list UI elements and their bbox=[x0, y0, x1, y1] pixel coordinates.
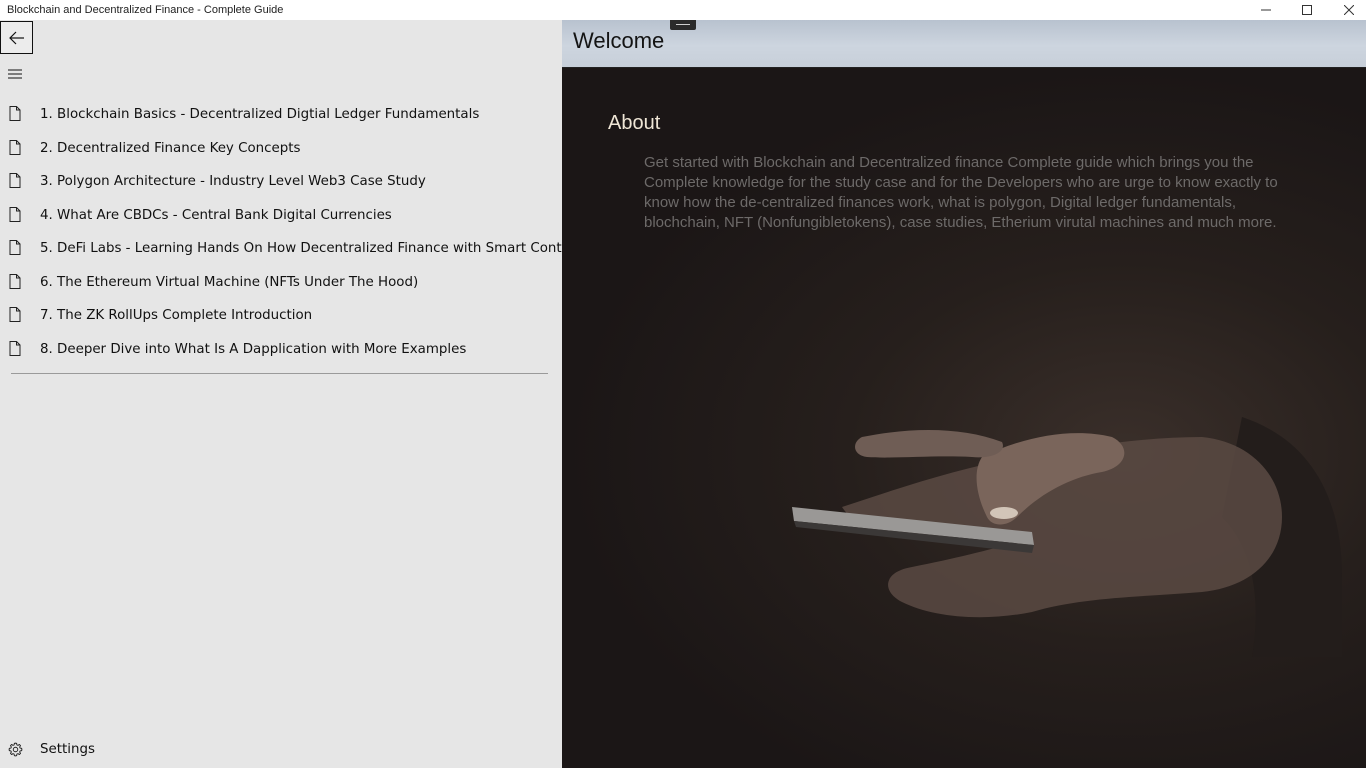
hamburger-icon bbox=[8, 69, 22, 79]
document-icon bbox=[9, 173, 21, 188]
nav-item-chapter-6[interactable]: 6. The Ethereum Virtual Machine (NFTs Un… bbox=[0, 266, 562, 300]
page-header: Welcome bbox=[562, 20, 1366, 68]
title-bar: Blockchain and Decentralized Finance - C… bbox=[0, 0, 1366, 20]
settings-nav-item[interactable]: Settings bbox=[0, 738, 562, 764]
nav-item-label: 4. What Are CBDCs - Central Bank Digital… bbox=[40, 207, 392, 223]
nav-item-label: 7. The ZK RollUps Complete Introduction bbox=[40, 308, 313, 324]
chapter-list: 1. Blockchain Basics - Decentralized Dig… bbox=[0, 98, 562, 366]
document-icon bbox=[9, 106, 21, 121]
close-icon bbox=[1344, 5, 1354, 15]
nav-item-chapter-8[interactable]: 8. Deeper Dive into What Is A Dapplicati… bbox=[0, 333, 562, 367]
settings-label: Settings bbox=[40, 742, 95, 757]
nav-item-chapter-5[interactable]: 5. DeFi Labs - Learning Hands On How Dec… bbox=[0, 232, 562, 266]
nav-item-chapter-7[interactable]: 7. The ZK RollUps Complete Introduction bbox=[0, 299, 562, 333]
gear-icon bbox=[8, 742, 23, 757]
phone-in-hands-image bbox=[792, 417, 1342, 657]
nav-item-chapter-3[interactable]: 3. Polygon Architecture - Industry Level… bbox=[0, 165, 562, 199]
about-description: Get started with Blockchain and Decentra… bbox=[644, 154, 1278, 231]
maximize-button[interactable] bbox=[1284, 0, 1330, 20]
nav-item-label: 3. Polygon Architecture - Industry Level… bbox=[40, 174, 426, 190]
hamburger-menu-button[interactable] bbox=[6, 67, 24, 81]
nav-item-chapter-4[interactable]: 4. What Are CBDCs - Central Bank Digital… bbox=[0, 199, 562, 233]
page-title: Welcome bbox=[573, 28, 665, 53]
content-area: Welcome About Get started with Blockchai… bbox=[562, 20, 1366, 768]
nav-item-label: 6. The Ethereum Virtual Machine (NFTs Un… bbox=[40, 274, 419, 290]
nav-item-label: 8. Deeper Dive into What Is A Dapplicati… bbox=[40, 341, 467, 357]
nav-item-chapter-2[interactable]: 2. Decentralized Finance Key Concepts bbox=[0, 132, 562, 166]
navigation-pane: 1. Blockchain Basics - Decentralized Dig… bbox=[0, 20, 562, 768]
document-icon bbox=[9, 139, 21, 155]
back-arrow-icon bbox=[8, 31, 24, 44]
nav-item-label: 1. Blockchain Basics - Decentralized Dig… bbox=[40, 107, 480, 123]
nav-item-chapter-1[interactable]: 1. Blockchain Basics - Decentralized Dig… bbox=[0, 98, 562, 132]
minimize-icon bbox=[1261, 9, 1271, 11]
nav-item-label: 2. Decentralized Finance Key Concepts bbox=[40, 140, 301, 156]
minimize-button[interactable] bbox=[1243, 0, 1289, 20]
close-button[interactable] bbox=[1326, 0, 1366, 20]
drag-handle[interactable] bbox=[670, 20, 696, 30]
document-icon bbox=[9, 307, 21, 322]
window-title: Blockchain and Decentralized Finance - C… bbox=[7, 4, 284, 16]
about-heading: About bbox=[608, 112, 661, 134]
document-icon bbox=[9, 340, 21, 356]
document-icon bbox=[9, 273, 21, 289]
nav-divider bbox=[11, 373, 548, 374]
document-icon bbox=[9, 206, 21, 222]
maximize-icon bbox=[1302, 5, 1312, 15]
document-icon bbox=[9, 240, 21, 255]
back-button[interactable] bbox=[0, 21, 33, 54]
nav-item-label: 5. DeFi Labs - Learning Hands On How Dec… bbox=[40, 241, 562, 257]
